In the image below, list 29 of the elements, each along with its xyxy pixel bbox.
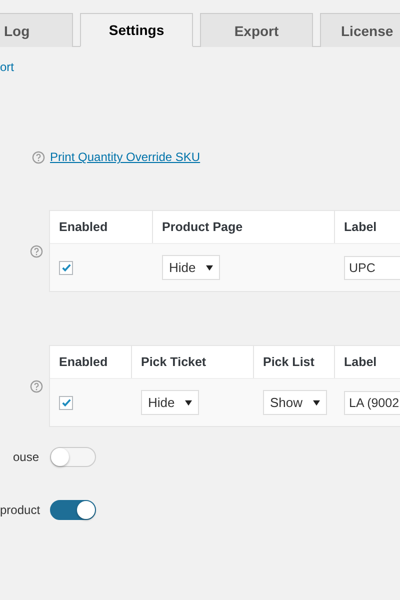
column-header: Product Page [153, 211, 335, 243]
help-icon [32, 150, 45, 164]
help-icon [30, 380, 43, 392]
print-quantity-link[interactable]: Print Quantity Override SKU [50, 150, 200, 164]
setting-label: ouse [12, 450, 39, 464]
toggle-switch[interactable] [50, 500, 96, 520]
checkbox[interactable] [59, 396, 73, 410]
column-header: Label [343, 219, 378, 236]
caret-icon [312, 400, 320, 406]
dropdown[interactable]: Show [263, 390, 327, 415]
setting-label: product [0, 503, 39, 517]
link[interactable]: ort [0, 60, 14, 74]
column-header: Pick Ticket [132, 346, 254, 378]
column-header: Pick List [254, 346, 335, 378]
tab[interactable]: Export [200, 13, 313, 47]
tab[interactable]: License [320, 13, 400, 47]
dropdown[interactable]: Hide [162, 255, 220, 280]
caret-icon [184, 400, 192, 406]
caret-icon [206, 264, 213, 270]
dropdown[interactable]: Hide [141, 390, 199, 415]
column-header: Enabled [50, 211, 153, 243]
help-icon [30, 244, 43, 258]
column-header: Label [343, 354, 378, 371]
column-header: Enabled [50, 346, 132, 378]
label-field[interactable]: UPC [344, 256, 400, 280]
tab[interactable]: Settings [80, 13, 193, 47]
label-field[interactable]: LA (9002 [344, 390, 400, 414]
tab[interactable]: Log [0, 13, 73, 47]
checkbox[interactable] [59, 260, 73, 274]
